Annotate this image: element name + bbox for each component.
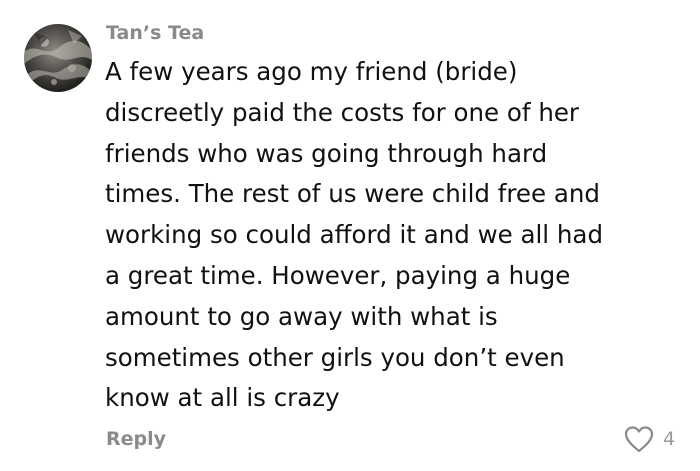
like-count: 4 [663, 428, 676, 450]
comment-line: a great time. However, paying a huge [105, 260, 571, 290]
reply-button[interactable]: Reply [106, 426, 166, 452]
comment-line: friends who was going through hard [105, 138, 548, 168]
comment-line: working so could afford it and we all ha… [105, 220, 603, 250]
comment-line: know at all is crazy [105, 383, 340, 413]
avatar[interactable] [24, 24, 92, 92]
comment-line: sometimes other girls you don’t even [105, 342, 565, 372]
heart-outline-icon [624, 426, 654, 453]
comment-line: A few years ago my friend (bride) [105, 57, 518, 86]
comment-line: times. The rest of us were child free an… [105, 179, 600, 209]
comment-body: A few years ago my friend (bride) discre… [105, 52, 603, 419]
comment-line: amount to go away with what is [105, 301, 498, 331]
avatar-photo-icon [24, 24, 92, 92]
comment-author[interactable]: Tan’s Tea [106, 21, 204, 45]
comment-line: discreetly paid the costs for one of her [105, 97, 579, 127]
like-button[interactable]: 4 [623, 425, 675, 453]
